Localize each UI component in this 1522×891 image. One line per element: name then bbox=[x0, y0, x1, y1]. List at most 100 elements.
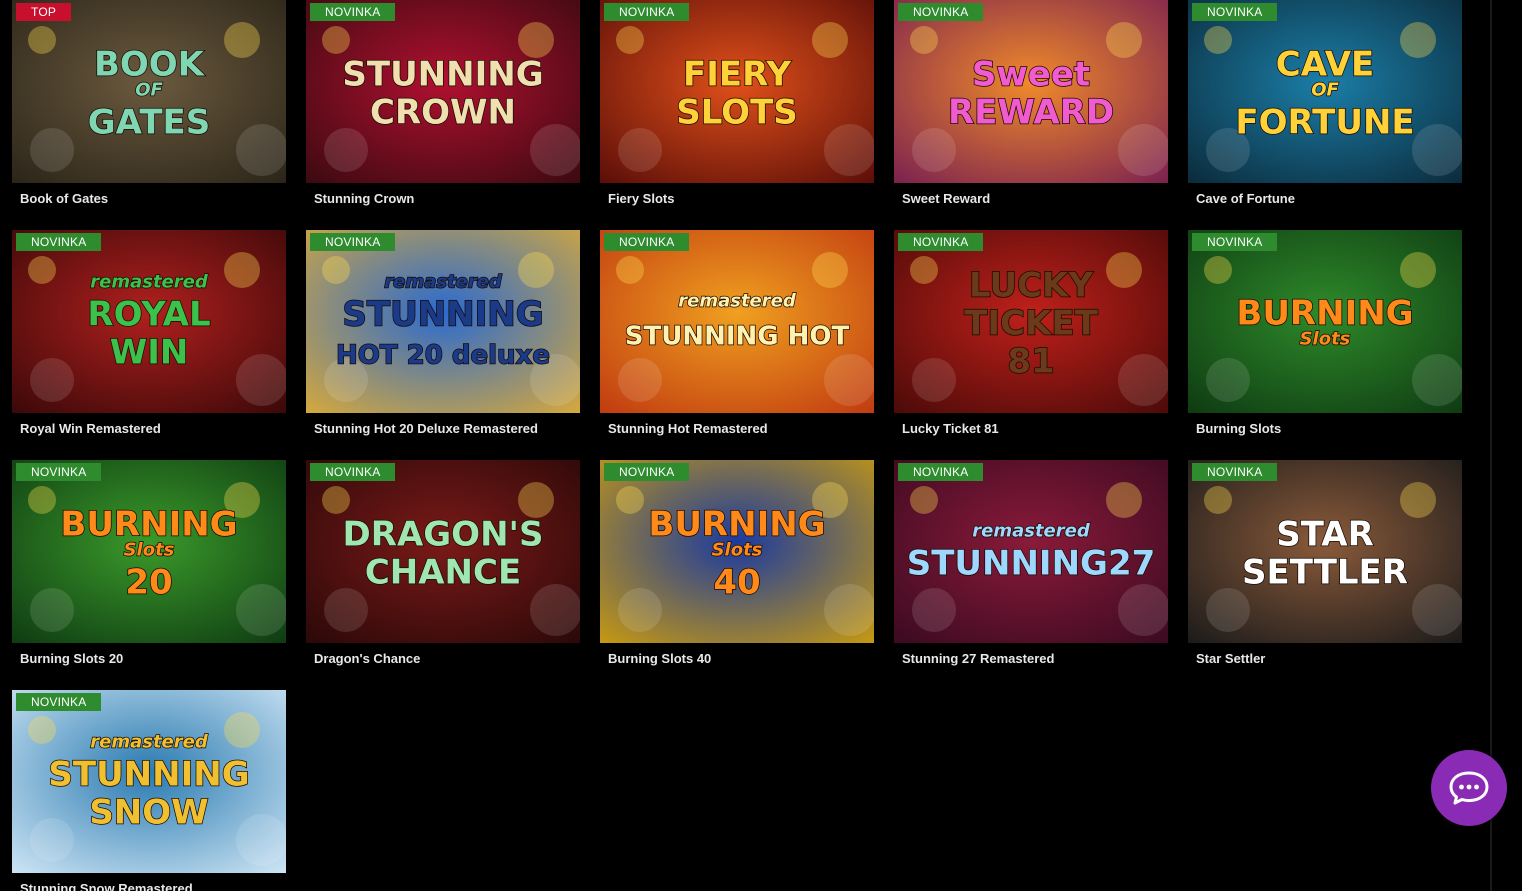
game-title[interactable]: Stunning 27 Remastered bbox=[902, 651, 1169, 666]
game-title[interactable]: Star Settler bbox=[1196, 651, 1463, 666]
game-card-dragon-s-chance[interactable]: DRAGON'S CHANCE NOVINKA Dragon's Chance bbox=[306, 460, 581, 690]
artwork-logo-text: FIERY bbox=[683, 55, 791, 95]
artwork-decoration bbox=[236, 124, 286, 176]
artwork-logo-text: remastered bbox=[384, 272, 503, 293]
game-thumbnail[interactable]: LUCKY TICKET 81 NOVINKA bbox=[894, 230, 1168, 413]
game-artwork: remastered STUNNING HOT bbox=[600, 230, 874, 413]
game-title[interactable]: Cave of Fortune bbox=[1196, 191, 1463, 206]
artwork-logo-text: TICKET bbox=[964, 304, 1098, 344]
artwork-decoration bbox=[1206, 358, 1250, 402]
game-card-burning-slots[interactable]: BURNING Slots NOVINKA Burning Slots bbox=[1188, 230, 1463, 460]
artwork-logo-text: STUNNING bbox=[342, 295, 543, 335]
artwork-logo-text: BURNING bbox=[1236, 294, 1413, 334]
artwork-decoration bbox=[30, 358, 74, 402]
artwork-logo-text: STUNNING bbox=[48, 755, 249, 795]
new-badge: NOVINKA bbox=[898, 3, 984, 21]
artwork-decoration bbox=[824, 584, 874, 636]
artwork-logo-text: LUCKY bbox=[969, 266, 1093, 306]
game-title[interactable]: Stunning Hot Remastered bbox=[608, 421, 875, 436]
game-card-book-of-gates[interactable]: BOOK OF GATES TOP Book of Gates bbox=[12, 0, 287, 230]
artwork-decoration bbox=[1412, 584, 1462, 636]
artwork-decoration bbox=[518, 252, 554, 288]
artwork-decoration bbox=[236, 584, 286, 636]
game-title[interactable]: Sweet Reward bbox=[902, 191, 1169, 206]
game-thumbnail[interactable]: remastered STUNNING27 NOVINKA bbox=[894, 460, 1168, 643]
game-title[interactable]: Lucky Ticket 81 bbox=[902, 421, 1169, 436]
new-badge: NOVINKA bbox=[310, 233, 396, 251]
game-card-stunning-hot-remastered[interactable]: remastered STUNNING HOT NOVINKA Stunning Ho… bbox=[600, 230, 875, 460]
artwork-logo-text: Sweet bbox=[972, 55, 1090, 95]
artwork-logo-text: Slots bbox=[124, 540, 175, 561]
game-thumbnail[interactable]: remastered STUNNING SNOW NOVINKA bbox=[12, 690, 286, 873]
game-card-stunning-27-remastered[interactable]: remastered STUNNING27 NOVINKA Stunning 27 R… bbox=[894, 460, 1169, 690]
artwork-decoration bbox=[1204, 26, 1232, 54]
game-title[interactable]: Dragon's Chance bbox=[314, 651, 581, 666]
artwork-decoration bbox=[910, 26, 938, 54]
new-badge: NOVINKA bbox=[604, 233, 690, 251]
game-card-stunning-crown[interactable]: STUNNING CROWN NOVINKA Stunning Crown bbox=[306, 0, 581, 230]
artwork-logo-text: HOT 20 deluxe bbox=[336, 341, 550, 371]
game-thumbnail[interactable]: remastered STUNNING HOT NOVINKA bbox=[600, 230, 874, 413]
game-title[interactable]: Burning Slots 40 bbox=[608, 651, 875, 666]
artwork-decoration bbox=[824, 354, 874, 406]
game-thumbnail[interactable]: FIERY SLOTS NOVINKA bbox=[600, 0, 874, 183]
artwork-decoration bbox=[618, 358, 662, 402]
new-badge: NOVINKA bbox=[16, 233, 102, 251]
game-card-stunning-snow-remastered[interactable]: remastered STUNNING SNOW NOVINKA Stunning Sn… bbox=[12, 690, 287, 891]
artwork-logo-text: GATES bbox=[88, 103, 211, 143]
game-card-star-settler[interactable]: STAR SETTLER NOVINKA Star Settler bbox=[1188, 460, 1463, 690]
artwork-decoration bbox=[812, 252, 848, 288]
game-title[interactable]: Stunning Hot 20 Deluxe Remastered bbox=[314, 421, 581, 436]
game-card-lucky-ticket-81[interactable]: LUCKY TICKET 81 NOVINKA Lucky Ticket 81 bbox=[894, 230, 1169, 460]
artwork-decoration bbox=[1412, 354, 1462, 406]
game-thumbnail[interactable]: BURNING Slots 20 NOVINKA bbox=[12, 460, 286, 643]
game-thumbnail[interactable]: STAR SETTLER NOVINKA bbox=[1188, 460, 1462, 643]
game-thumbnail[interactable]: BOOK OF GATES TOP bbox=[12, 0, 286, 183]
artwork-decoration bbox=[1106, 482, 1142, 518]
game-card-burning-slots-40[interactable]: BURNING Slots 40 NOVINKA Burning Slots 40 bbox=[600, 460, 875, 690]
artwork-decoration bbox=[224, 252, 260, 288]
artwork-decoration bbox=[1204, 486, 1232, 514]
game-thumbnail[interactable]: BURNING Slots NOVINKA bbox=[1188, 230, 1462, 413]
artwork-decoration bbox=[618, 128, 662, 172]
artwork-decoration bbox=[530, 584, 580, 636]
game-title[interactable]: Stunning Crown bbox=[314, 191, 581, 206]
artwork-decoration bbox=[30, 128, 74, 172]
game-thumbnail[interactable]: STUNNING CROWN NOVINKA bbox=[306, 0, 580, 183]
game-thumbnail[interactable]: BURNING Slots 40 NOVINKA bbox=[600, 460, 874, 643]
game-title[interactable]: Fiery Slots bbox=[608, 191, 875, 206]
game-title[interactable]: Royal Win Remastered bbox=[20, 421, 287, 436]
game-card-burning-slots-20[interactable]: BURNING Slots 20 NOVINKA Burning Slots 20 bbox=[12, 460, 287, 690]
new-badge: NOVINKA bbox=[1192, 233, 1278, 251]
game-thumbnail[interactable]: DRAGON'S CHANCE NOVINKA bbox=[306, 460, 580, 643]
game-artwork: remasteredSTUNNINGSNOW bbox=[12, 690, 286, 873]
game-card-sweet-reward[interactable]: Sweet REWARD NOVINKA Sweet Reward bbox=[894, 0, 1169, 230]
game-thumbnail[interactable]: remastered STUNNING HOT 20 deluxe NOVINKA bbox=[306, 230, 580, 413]
game-thumbnail[interactable]: remastered ROYAL WIN NOVINKA bbox=[12, 230, 286, 413]
artwork-decoration bbox=[912, 128, 956, 172]
game-title[interactable]: Burning Slots bbox=[1196, 421, 1463, 436]
artwork-logo-text: BOOK bbox=[94, 45, 206, 85]
game-artwork: remasteredSTUNNING27 bbox=[894, 460, 1168, 643]
artwork-decoration bbox=[812, 22, 848, 58]
artwork-logo-text: ROYAL bbox=[87, 295, 210, 335]
game-card-royal-win-remastered[interactable]: remastered ROYAL WIN NOVINKA Royal Win Remas… bbox=[12, 230, 287, 460]
chat-button[interactable] bbox=[1431, 750, 1507, 826]
game-artwork: CAVEOFFORTUNE bbox=[1188, 0, 1462, 183]
artwork-logo-text: remastered bbox=[972, 521, 1091, 542]
game-title[interactable]: Burning Slots 20 bbox=[20, 651, 287, 666]
artwork-decoration bbox=[824, 124, 874, 176]
artwork-logo-text: Slots bbox=[712, 540, 763, 561]
artwork-decoration bbox=[1412, 124, 1462, 176]
artwork-logo-text: SNOW bbox=[89, 793, 208, 833]
artwork-logo-text: 40 bbox=[713, 563, 760, 603]
artwork-decoration bbox=[910, 486, 938, 514]
game-title[interactable]: Stunning Snow Remastered bbox=[20, 881, 287, 891]
game-card-fiery-slots[interactable]: FIERY SLOTS NOVINKA Fiery Slots bbox=[600, 0, 875, 230]
game-card-cave-of-fortune[interactable]: CAVE OF FORTUNE NOVINKA Cave of Fortune bbox=[1188, 0, 1463, 230]
game-thumbnail[interactable]: CAVE OF FORTUNE NOVINKA bbox=[1188, 0, 1462, 183]
game-title[interactable]: Book of Gates bbox=[20, 191, 287, 206]
game-thumbnail[interactable]: Sweet REWARD NOVINKA bbox=[894, 0, 1168, 183]
game-card-stunning-hot-20-deluxe-remastered[interactable]: remastered STUNNING HOT 20 deluxe NOVINKA St… bbox=[306, 230, 581, 460]
artwork-decoration bbox=[616, 486, 644, 514]
